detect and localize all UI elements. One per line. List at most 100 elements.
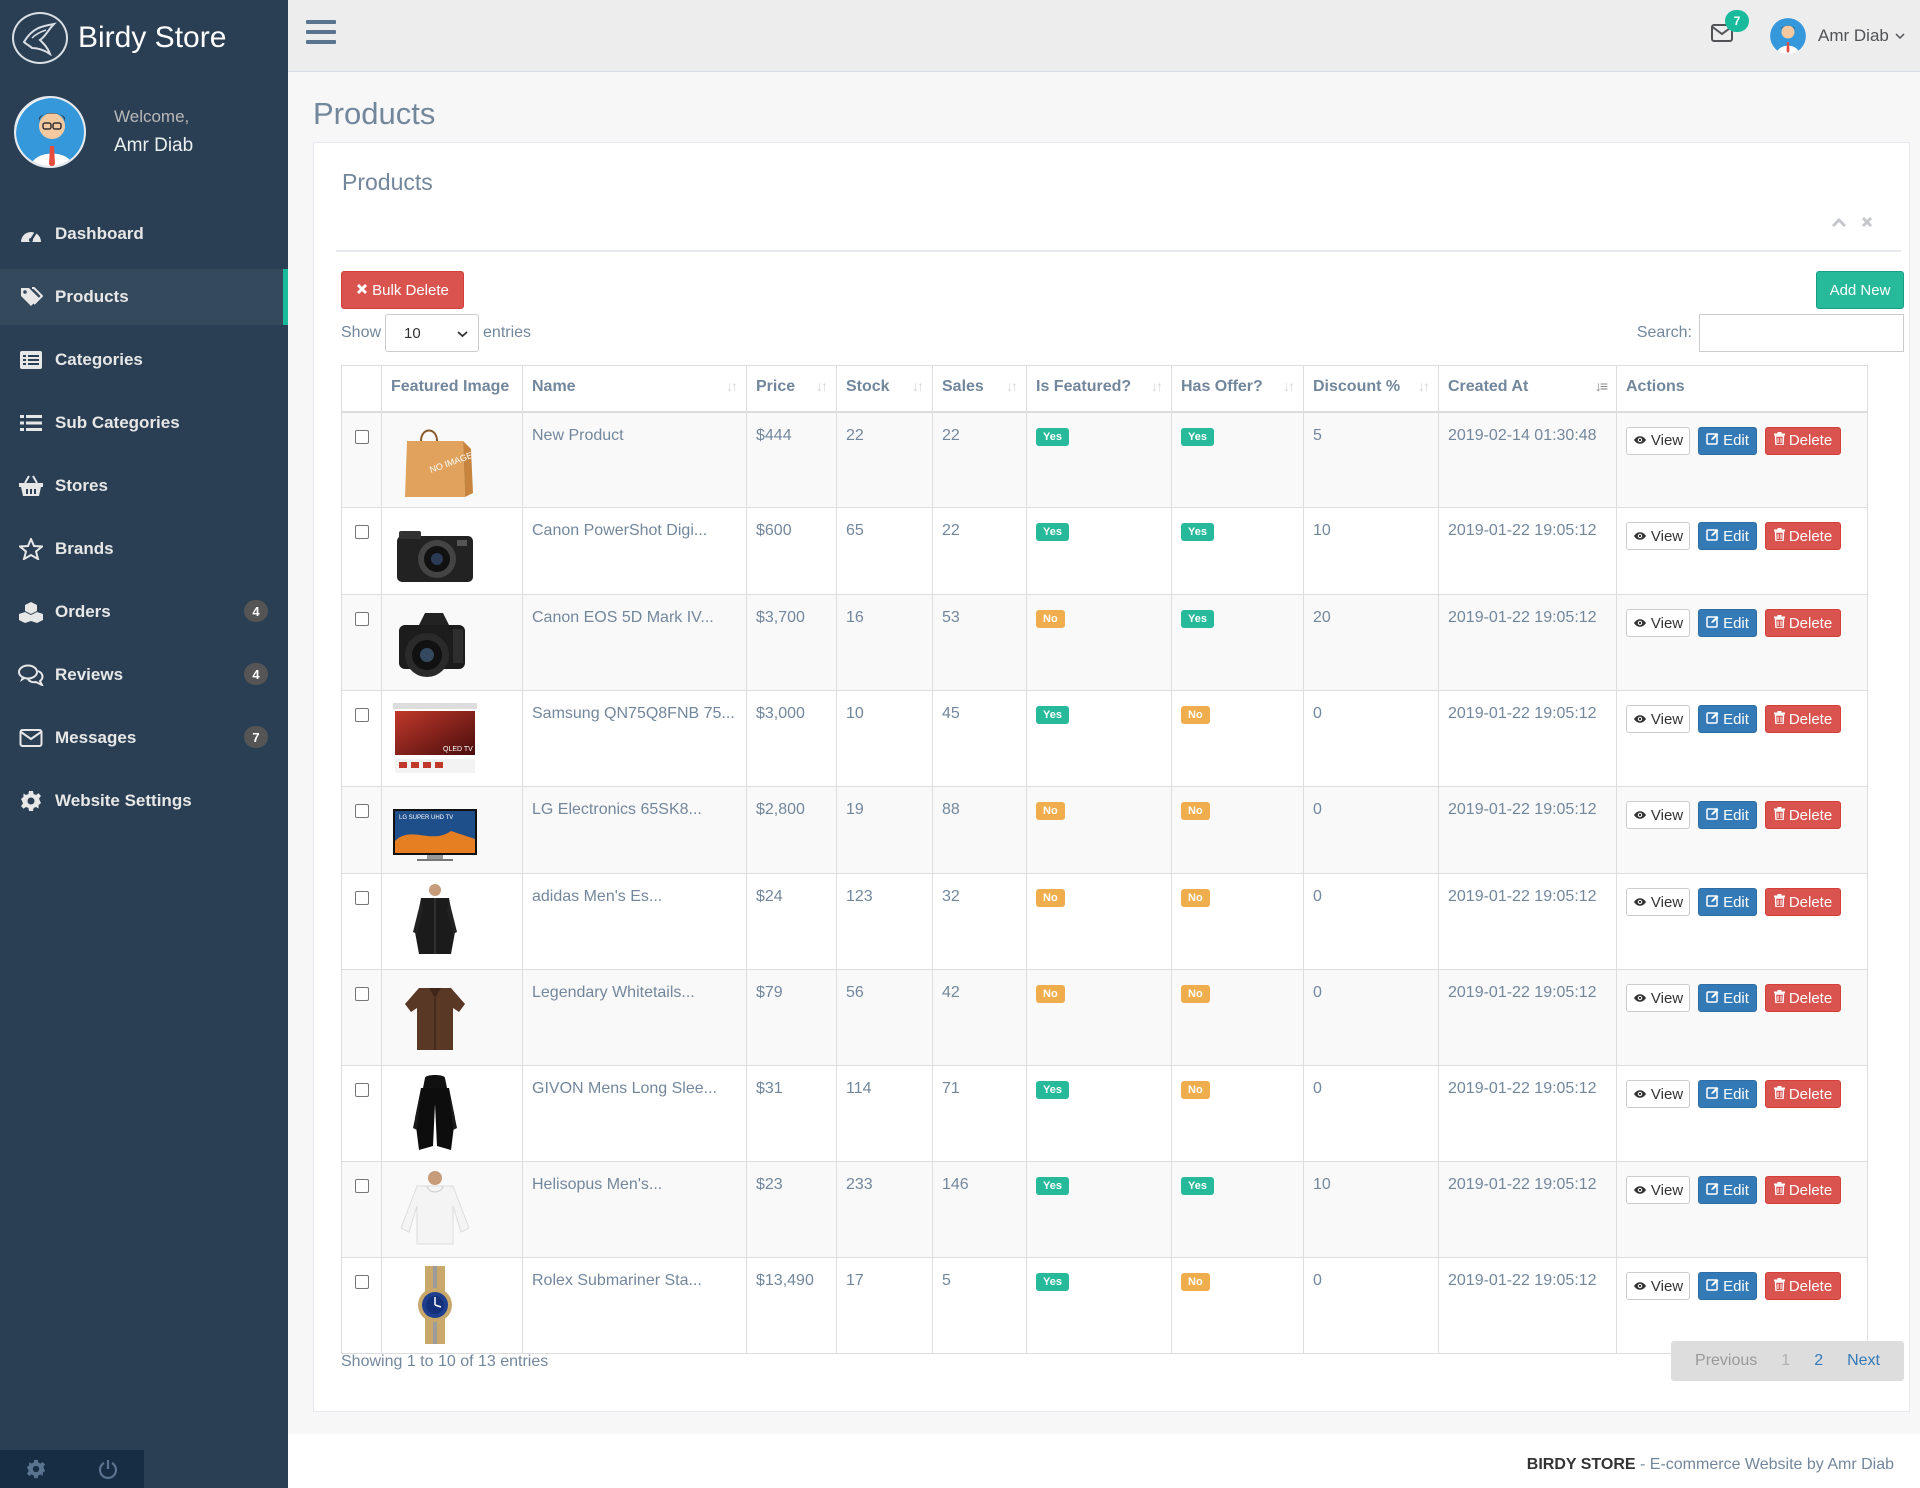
sidebar-item-sub-categories[interactable]: Sub Categories xyxy=(0,395,288,451)
pagination: Previous 1 2 Next xyxy=(1671,1341,1904,1381)
view-button[interactable]: View xyxy=(1626,1272,1690,1300)
edit-button[interactable]: Edit xyxy=(1698,1080,1757,1108)
delete-button[interactable]: Delete xyxy=(1765,609,1841,637)
pagination-previous[interactable]: Previous xyxy=(1683,1352,1769,1370)
discount-cell: 0 xyxy=(1303,969,1439,1066)
edit-icon xyxy=(1706,807,1719,824)
view-button[interactable]: View xyxy=(1626,888,1690,916)
brand[interactable]: Birdy Store xyxy=(12,12,226,64)
delete-button[interactable]: Delete xyxy=(1765,705,1841,733)
user-menu[interactable]: Amr Diab xyxy=(1770,18,1905,54)
sidebar-item-orders[interactable]: Orders 4 xyxy=(0,584,288,640)
featured-badge: Yes xyxy=(1036,523,1069,541)
dashboard-icon xyxy=(18,221,44,247)
row-checkbox[interactable] xyxy=(354,525,369,539)
search-input[interactable] xyxy=(1699,314,1904,352)
edit-button[interactable]: Edit xyxy=(1698,984,1757,1012)
menu-toggle-icon[interactable] xyxy=(306,20,336,48)
delete-button[interactable]: Delete xyxy=(1765,426,1841,455)
view-button[interactable]: View xyxy=(1626,1080,1690,1108)
bulk-delete-button[interactable]: Bulk Delete xyxy=(341,271,464,309)
sort-icon: ↓↑ xyxy=(1418,378,1430,394)
pagination-page-1[interactable]: 1 xyxy=(1769,1352,1802,1370)
column-header-stock[interactable]: Stock ↓↑ xyxy=(836,365,933,413)
sidebar-item-website-settings[interactable]: Website Settings xyxy=(0,773,288,829)
edit-button[interactable]: Edit xyxy=(1698,522,1757,550)
view-button[interactable]: View xyxy=(1626,705,1690,733)
column-header-price[interactable]: Price ↓↑ xyxy=(746,365,837,413)
row-checkbox[interactable] xyxy=(354,891,369,905)
is-featured-cell: Yes xyxy=(1026,690,1172,787)
row-checkbox[interactable] xyxy=(354,1083,369,1097)
sidebar-item-dashboard[interactable]: Dashboard xyxy=(0,206,288,262)
close-icon[interactable] xyxy=(1861,215,1873,233)
offer-badge: No xyxy=(1181,1081,1210,1099)
row-select-cell xyxy=(341,786,382,874)
delete-button[interactable]: Delete xyxy=(1765,888,1841,916)
column-header-has-offer[interactable]: Has Offer? ↓↑ xyxy=(1171,365,1304,413)
pagination-page-2[interactable]: 2 xyxy=(1802,1352,1835,1370)
featured-badge: No xyxy=(1036,802,1065,820)
price-cell: $79 xyxy=(746,969,837,1066)
delete-label: Delete xyxy=(1788,1085,1833,1103)
sidebar-item-products[interactable]: Products xyxy=(0,269,288,325)
settings-icon[interactable] xyxy=(0,1450,72,1488)
row-checkbox[interactable] xyxy=(354,429,369,444)
sidebar-item-reviews[interactable]: Reviews 4 xyxy=(0,647,288,703)
column-header-is-featured[interactable]: Is Featured? ↓↑ xyxy=(1026,365,1172,413)
edit-button[interactable]: Edit xyxy=(1698,1272,1757,1300)
delete-button[interactable]: Delete xyxy=(1765,801,1841,829)
offer-badge: Yes xyxy=(1181,610,1214,628)
column-header-name[interactable]: Name ↓↑ xyxy=(522,365,747,413)
entries-select[interactable]: 10 xyxy=(385,314,480,352)
view-button[interactable]: View xyxy=(1626,426,1690,455)
row-checkbox[interactable] xyxy=(354,708,369,722)
row-checkbox[interactable] xyxy=(354,1179,369,1193)
view-button[interactable]: View xyxy=(1626,609,1690,637)
row-checkbox[interactable] xyxy=(354,1275,369,1289)
column-header-discount[interactable]: Discount % ↓↑ xyxy=(1303,365,1439,413)
row-checkbox[interactable] xyxy=(354,612,369,626)
sidebar-item-brands[interactable]: Brands xyxy=(0,521,288,577)
edit-button[interactable]: Edit xyxy=(1698,1176,1757,1204)
sidebar-item-messages[interactable]: Messages 7 xyxy=(0,710,288,766)
view-button[interactable]: View xyxy=(1626,984,1690,1012)
column-header-sales[interactable]: Sales ↓↑ xyxy=(932,365,1027,413)
edit-button[interactable]: Edit xyxy=(1698,426,1757,455)
edit-button[interactable]: Edit xyxy=(1698,609,1757,637)
delete-button[interactable]: Delete xyxy=(1765,522,1841,550)
row-checkbox[interactable] xyxy=(354,987,369,1001)
pagination-next[interactable]: Next xyxy=(1835,1352,1892,1370)
actions-cell: View Edit Delete xyxy=(1616,690,1868,787)
edit-button[interactable]: Edit xyxy=(1698,705,1757,733)
view-button[interactable]: View xyxy=(1626,801,1690,829)
featured-image-cell xyxy=(381,594,523,691)
delete-button[interactable]: Delete xyxy=(1765,1080,1841,1108)
discount-cell: 10 xyxy=(1303,1161,1439,1258)
eye-icon xyxy=(1633,528,1647,545)
sales-cell: 146 xyxy=(932,1161,1027,1258)
search-control: Search: xyxy=(1637,314,1904,352)
delete-button[interactable]: Delete xyxy=(1765,984,1841,1012)
add-new-button[interactable]: Add New xyxy=(1816,271,1904,309)
delete-button[interactable]: Delete xyxy=(1765,1176,1841,1204)
sort-icon: ↓↑ xyxy=(1283,378,1295,394)
delete-button[interactable]: Delete xyxy=(1765,1272,1841,1300)
sort-icon: ↓↑ xyxy=(912,378,924,394)
power-icon[interactable] xyxy=(72,1450,144,1488)
name-cell: Rolex Submariner Sta... xyxy=(522,1257,747,1354)
stock-cell: 65 xyxy=(836,507,933,595)
row-checkbox[interactable] xyxy=(354,804,369,818)
collapse-icon[interactable] xyxy=(1831,215,1847,233)
eye-icon xyxy=(1633,1278,1647,1295)
view-button[interactable]: View xyxy=(1626,1176,1690,1204)
sales-cell: 88 xyxy=(932,786,1027,874)
sidebar-item-stores[interactable]: Stores xyxy=(0,458,288,514)
edit-button[interactable]: Edit xyxy=(1698,888,1757,916)
edit-button[interactable]: Edit xyxy=(1698,801,1757,829)
actions-cell: View Edit Delete xyxy=(1616,411,1868,508)
actions-cell: View Edit Delete xyxy=(1616,1065,1868,1162)
column-header-created-at[interactable]: Created At ↓≡ xyxy=(1438,365,1617,413)
view-button[interactable]: View xyxy=(1626,522,1690,550)
sidebar-item-categories[interactable]: Categories xyxy=(0,332,288,388)
